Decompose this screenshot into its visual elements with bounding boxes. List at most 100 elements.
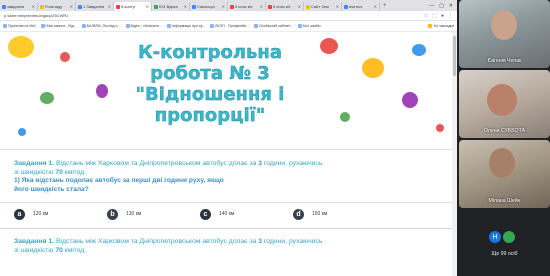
participant-video-icon (491, 10, 517, 40)
close-icon[interactable]: ✕ (146, 2, 149, 11)
answer-option-b[interactable]: b 130 км (107, 207, 200, 221)
decor-splash (18, 128, 26, 136)
close-icon[interactable]: ✕ (336, 2, 339, 11)
bookmark-label: Інформація про ку... (171, 24, 206, 28)
tab-0[interactable]: завдання ✕ (0, 2, 38, 11)
tab-5[interactable]: Самооціл ✕ (190, 2, 228, 11)
close-icon[interactable]: ✕ (108, 2, 111, 11)
option-value: 120 км (33, 211, 49, 217)
decor-splash (320, 38, 338, 54)
decor-splash (8, 36, 34, 58)
more-participants-label: Ще 99 осіб (491, 251, 518, 257)
close-icon[interactable]: ✕ (222, 2, 225, 11)
option-value: 150 км (312, 211, 328, 217)
divider (0, 228, 457, 229)
decor-splash (340, 112, 350, 122)
bookmark-item[interactable]: Відео - «Класичн... (125, 24, 162, 28)
tab-4[interactable]: ЮЗ Вдисн ✕ (152, 2, 190, 11)
answer-option-d[interactable]: d 150 км (293, 207, 386, 221)
decor-splash (412, 44, 426, 56)
question-text: зі швидкістю (14, 168, 56, 176)
close-icon[interactable]: ✕ (374, 2, 377, 11)
bookmark-item[interactable]: Мої шкаби (297, 24, 321, 28)
bookmark-item[interactable]: Прочитати в Мої (3, 24, 36, 28)
decor-splash (60, 52, 70, 62)
question-1: Завдання 1. Відстань між Харковом та Дні… (14, 160, 389, 194)
sub-question: 1) Яка відстань подолає автобус за перші… (14, 177, 224, 184)
answer-option-c[interactable]: c 140 км (200, 207, 293, 221)
question-text-line: Завдання 1. Відстань між Харковом та Дні… (14, 160, 389, 169)
more-participants[interactable]: Н Ще 99 осіб (459, 205, 550, 276)
close-icon[interactable]: ✕ (184, 2, 187, 11)
question-label: Завдання 1. (14, 160, 56, 167)
maximize-icon[interactable]: ▢ (439, 1, 444, 11)
title-line: К-контрольна (137, 42, 283, 63)
bookmark-icon (81, 24, 86, 28)
menu-icon[interactable]: ⋮ (448, 13, 453, 19)
tab-6[interactable]: 5 клас віт ✕ (228, 2, 266, 11)
tab-favicon-icon (2, 4, 6, 9)
tab-7[interactable]: 5 клас віт ✕ (266, 2, 304, 11)
option-value: 130 км (126, 211, 142, 217)
close-window-icon[interactable]: ✕ (449, 1, 453, 11)
question-text: км/год. (62, 246, 87, 254)
tab-3[interactable]: К-контр ✕ (114, 2, 152, 11)
bookmark-label: ЛКОП - Професійн... (215, 24, 250, 28)
tab-favicon-icon (344, 4, 348, 9)
bookmark-icon (125, 24, 130, 28)
url-field[interactable]: p.wizer.me/preview-legacy/Z5CWRJ (4, 13, 68, 18)
bookmark-item[interactable]: Особистий кабінет... (254, 24, 293, 28)
all-bookmarks[interactable]: Усі закладки (428, 24, 454, 28)
tab-1[interactable]: Розкладу ✕ (38, 2, 76, 11)
bookmark-item[interactable]: Нові записи - Від... (40, 24, 77, 28)
profile-icon[interactable]: ● (441, 13, 444, 19)
bookmark-item[interactable]: ЛКОП - Професійн... (210, 24, 249, 28)
bookmark-label: Нові записи - Від... (45, 24, 77, 28)
tab-favicon-icon (154, 4, 158, 9)
minimize-icon[interactable]: — (429, 1, 434, 11)
address-bar: p.wizer.me/preview-legacy/Z5CWRJ ☆ ⬚ ● ⋮ (0, 11, 457, 21)
tab-favicon-icon (78, 4, 82, 9)
bookmarks-bar: Прочитати в Мої Нові записи - Від... БАЛ… (0, 21, 457, 32)
title-line: робота № 3 (150, 63, 270, 84)
answer-option-a[interactable]: a 120 км (14, 207, 107, 221)
title-line: пропорції" (154, 105, 266, 126)
bookmark-label: БАЛКПК: Погляд н... (86, 24, 121, 28)
tab-label: Сайт Зем (311, 4, 329, 9)
participant-tile[interactable]: Мілана Шейн (459, 140, 550, 208)
browser-window: завдання ✕ Розкладу ✕ 1 Завдання ✕ К-контр ✕… (0, 0, 457, 276)
divider (0, 202, 457, 203)
bookmark-icon (166, 24, 171, 28)
tab-label: 5 клас віт (273, 4, 291, 9)
close-icon[interactable]: ✕ (260, 2, 263, 11)
tab-label: Самооціл (197, 4, 215, 9)
close-icon[interactable]: ✕ (32, 2, 35, 11)
tab-favicon-icon (306, 4, 310, 9)
bookmark-icon (40, 24, 45, 28)
question-text-line: зі швидкістю 70 км/год. (14, 169, 389, 178)
close-icon[interactable]: ✕ (298, 2, 301, 11)
participant-avatar-photo-icon (503, 231, 515, 243)
bookmark-item[interactable]: БАЛКПК: Погляд н... (81, 24, 121, 28)
participant-tile[interactable]: Олена СУББОТА (459, 70, 550, 138)
option-letter: c (200, 208, 211, 220)
question-2: Завдання 1. Відстань між Харковом та Дні… (14, 238, 389, 255)
participant-name: Олена СУББОТА (483, 128, 526, 134)
bookmark-label: Мої шкаби (302, 24, 321, 28)
page-scrollbar[interactable] (452, 32, 457, 276)
tab-9[interactable]: вчителі ✕ (342, 2, 380, 11)
extensions-icon[interactable]: ⬚ (432, 13, 437, 19)
tab-2[interactable]: 1 Завдання ✕ (76, 2, 114, 11)
tab-label: ЮЗ Вдисн (159, 4, 178, 9)
participant-name: Мілана Шейн (488, 198, 521, 204)
question-text-line: зі швидкістю 70 км/год. (14, 247, 389, 256)
participant-tile[interactable]: Євгенія Чепак (459, 0, 550, 68)
scrollbar-thumb[interactable] (453, 36, 456, 76)
bookmark-item[interactable]: Інформація про ку... (166, 24, 206, 28)
bookmark-star-icon[interactable]: ☆ (424, 13, 428, 19)
new-tab-button[interactable]: + (380, 2, 390, 11)
bookmark-icon (254, 24, 259, 28)
tab-8[interactable]: Сайт Зем ✕ (304, 2, 342, 11)
close-icon[interactable]: ✕ (70, 2, 73, 11)
participant-video-icon (487, 84, 517, 116)
